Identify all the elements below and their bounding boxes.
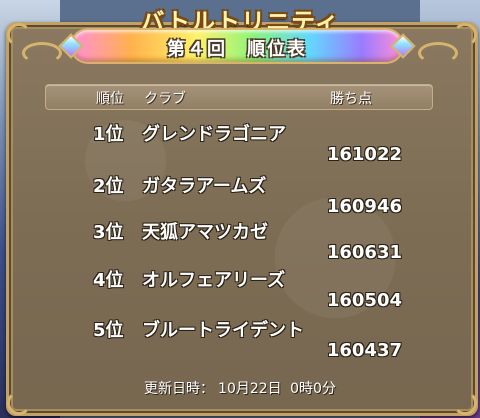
table-row: 5位 ブルートライデント 160437 <box>0 316 480 364</box>
update-timestamp: 更新日時： 10月22日 0時0分 <box>0 378 480 398</box>
table-row: 4位 オルフェアリーズ 160504 <box>0 266 480 314</box>
club-points: 160631 <box>326 242 402 263</box>
club-name: ブルートライデント <box>142 320 304 341</box>
club-points: 160504 <box>326 290 402 311</box>
table-row: 2位 ガタラアームズ 160946 <box>0 172 480 220</box>
table-row: 3位 天狐アマツカゼ 160631 <box>0 218 480 266</box>
rank-label: 1位 <box>93 124 124 145</box>
club-points: 160437 <box>326 340 402 361</box>
swirl-ornament-icon <box>22 42 62 64</box>
update-date: 10月22日 <box>218 381 282 397</box>
ranking-subtitle: 第４回 順位表 <box>167 39 307 60</box>
swirl-ornament-icon <box>418 42 458 64</box>
club-points: 161022 <box>326 144 402 165</box>
rank-label: 4位 <box>93 270 124 291</box>
rank-label: 3位 <box>93 222 124 243</box>
club-name: オルフェアリーズ <box>142 270 286 291</box>
header-rank: 順位 <box>96 91 124 107</box>
subtitle-ribbon: 第４回 順位表 <box>58 30 416 62</box>
club-name: 天狐アマツカゼ <box>142 222 268 243</box>
update-label: 更新日時： <box>144 381 215 397</box>
header-club: クラブ <box>144 91 186 107</box>
rank-label: 2位 <box>93 176 124 197</box>
table-row: 1位 グレンドラゴニア 161022 <box>0 120 480 168</box>
update-time: 0時0分 <box>290 381 336 397</box>
rank-label: 5位 <box>93 320 124 341</box>
club-points: 160946 <box>326 196 402 217</box>
header-points: 勝ち点 <box>330 91 372 107</box>
club-name: グレンドラゴニア <box>142 124 286 145</box>
table-header: 順位 クラブ 勝ち点 <box>45 84 433 110</box>
club-name: ガタラアームズ <box>142 176 267 197</box>
